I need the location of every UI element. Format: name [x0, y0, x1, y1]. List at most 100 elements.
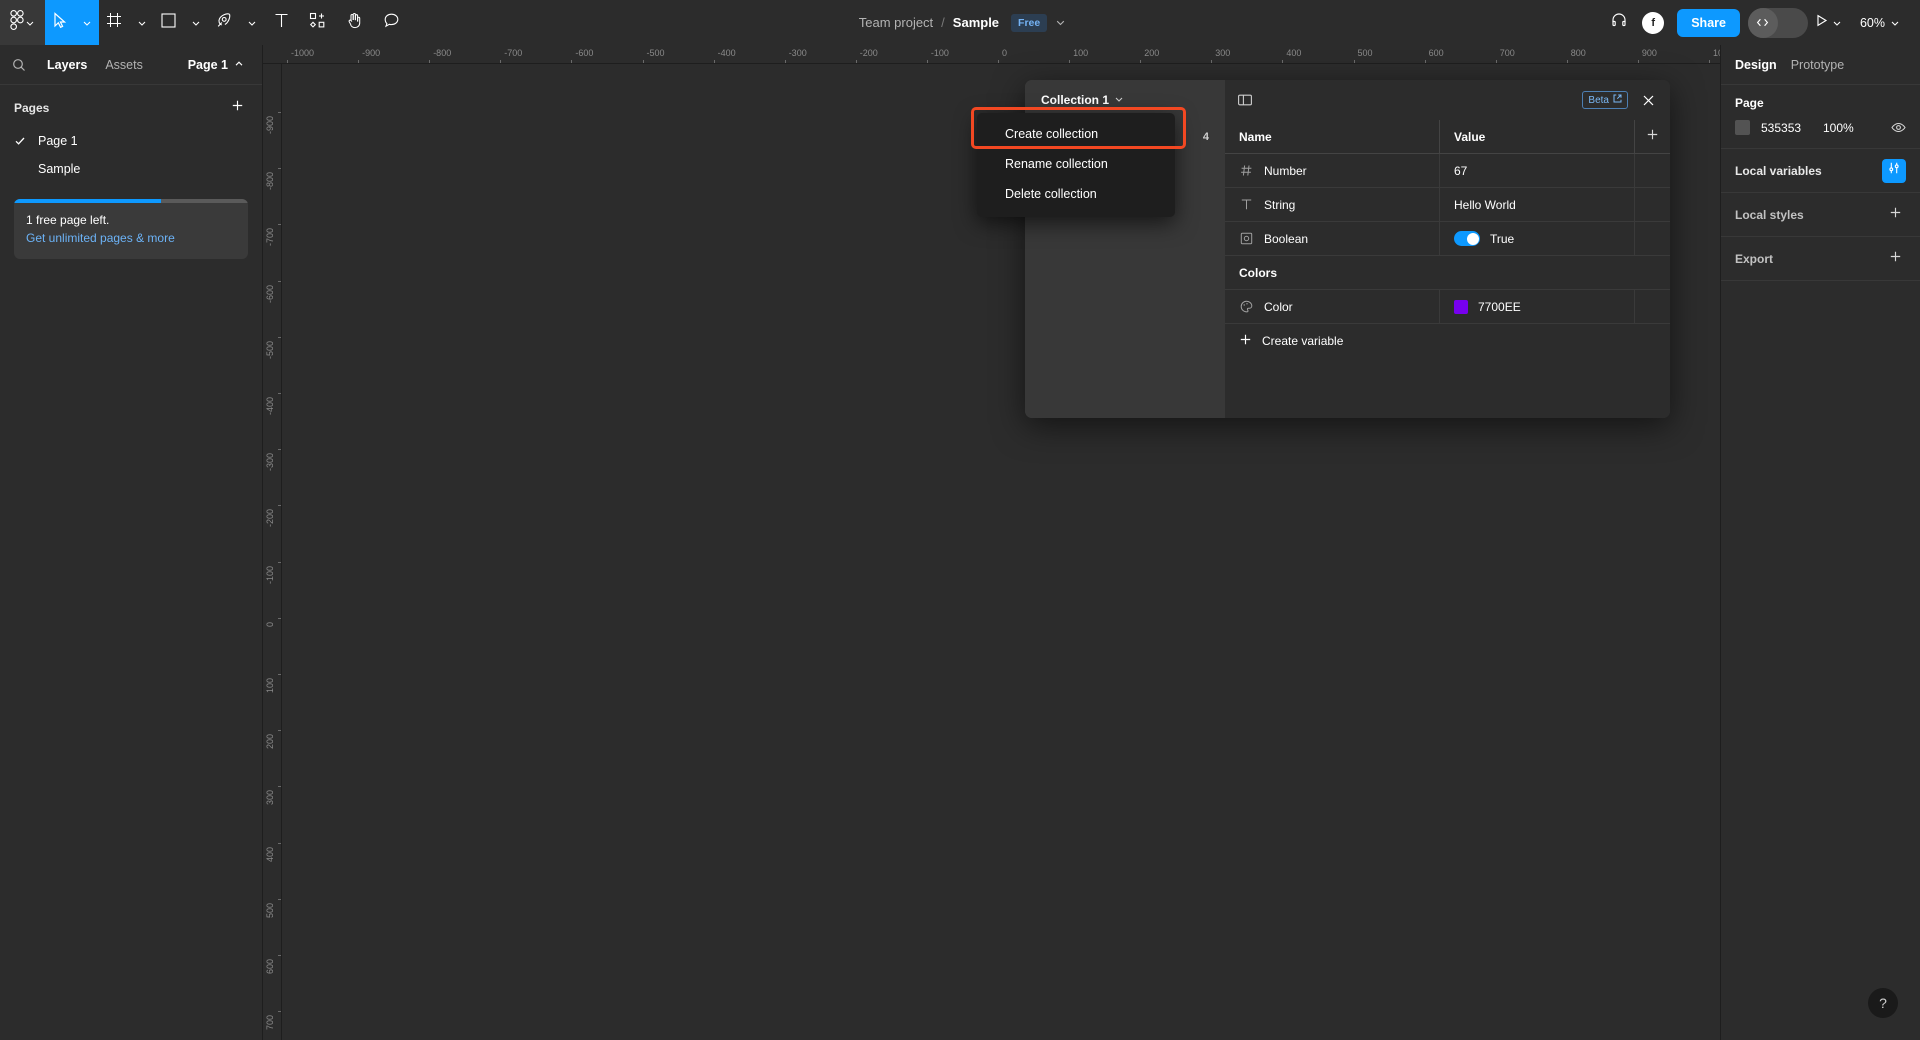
ruler-tick-label: -100 [930, 48, 949, 58]
text-t-icon [274, 12, 289, 34]
ruler-tick-v: 0 [263, 617, 281, 674]
column-header-name: Name [1225, 120, 1440, 153]
context-menu-item-rename-collection[interactable]: Rename collection [977, 149, 1175, 179]
table-row[interactable]: Color 7700EE [1225, 290, 1670, 324]
open-local-variables-button[interactable] [1882, 158, 1906, 183]
plan-badge-free[interactable]: Free [1011, 13, 1048, 32]
share-button[interactable]: Share [1677, 8, 1740, 37]
pages-section-header: Pages [0, 85, 262, 127]
zoom-level-control[interactable]: 60% [1854, 11, 1906, 35]
ruler-tick-label: 400 [1286, 48, 1302, 58]
variable-name-cell[interactable]: Color [1225, 290, 1440, 323]
text-tool-button[interactable] [264, 0, 299, 45]
context-menu-item-delete-collection[interactable]: Delete collection [977, 179, 1175, 209]
tab-assets[interactable]: Assets [96, 54, 152, 76]
shape-tool-dropdown[interactable] [183, 0, 208, 45]
checkmark-icon [14, 135, 38, 147]
toggle-knob [1466, 232, 1479, 245]
hand-tool-button[interactable] [336, 0, 373, 45]
ruler-tick-label: -900 [265, 116, 275, 135]
move-tool-dropdown[interactable] [74, 0, 99, 45]
variable-value-cell[interactable]: 7700EE [1440, 290, 1635, 323]
page-background-hex[interactable]: 535353 [1761, 121, 1823, 135]
color-swatch[interactable] [1454, 299, 1468, 314]
code-brackets-icon [1747, 7, 1778, 38]
figma-app-window: Team project / Sample Free f Share 60% L… [0, 0, 1920, 1040]
shape-tool-button[interactable] [154, 0, 183, 45]
collection-context-menu: Create collection Rename collection Dele… [977, 113, 1175, 217]
boolean-toggle[interactable] [1454, 231, 1480, 246]
table-row[interactable]: Number 67 [1225, 154, 1670, 188]
local-styles-label: Local styles [1735, 207, 1804, 222]
figma-logo-icon [10, 10, 24, 35]
page-background-opacity[interactable]: 100% [1823, 121, 1891, 135]
variable-name-cell[interactable]: Number [1225, 154, 1440, 187]
audio-call-button[interactable] [1603, 7, 1635, 39]
ruler-tick-v: 300 [263, 786, 281, 842]
avatar: f [1642, 11, 1665, 34]
variable-value-cell[interactable]: Hello World [1440, 188, 1635, 221]
tab-layers[interactable]: Layers [38, 54, 96, 76]
pen-tool-button[interactable] [208, 0, 239, 45]
tab-design[interactable]: Design [1735, 58, 1777, 72]
export-row: Export [1721, 237, 1920, 281]
add-local-style-button[interactable] [1884, 204, 1906, 226]
ruler-tick-label: -400 [265, 397, 275, 416]
upsell-headline: 1 free page left. [26, 213, 110, 227]
pen-tool-dropdown[interactable] [239, 0, 264, 45]
cursor-arrow-icon [52, 11, 67, 34]
plus-icon [1239, 333, 1252, 349]
resources-tool-button[interactable] [299, 0, 336, 45]
beta-badge[interactable]: Beta [1582, 91, 1628, 109]
variable-name-cell[interactable]: String [1225, 188, 1440, 221]
variable-name-cell[interactable]: Boolean [1225, 222, 1440, 255]
page-background-swatch[interactable] [1735, 120, 1750, 135]
breadcrumb-file[interactable]: Sample [948, 12, 1004, 33]
components-icon [309, 12, 326, 34]
free-pages-progress-track [14, 199, 248, 203]
ruler-tick-label: 0 [265, 621, 275, 627]
ruler-tick-label: 100 [1073, 48, 1089, 58]
tab-prototype[interactable]: Prototype [1791, 58, 1845, 72]
table-row[interactable]: String Hello World [1225, 188, 1670, 222]
table-row[interactable]: Boolean True [1225, 222, 1670, 256]
help-button[interactable]: ? [1868, 988, 1898, 1018]
main-menu-button[interactable] [0, 0, 45, 45]
ruler-tick-v: -100 [263, 561, 281, 618]
move-tool-group[interactable] [45, 0, 99, 45]
move-tool-button[interactable] [45, 0, 74, 45]
present-options-chevron-down-icon[interactable] [1832, 18, 1842, 28]
split-panel-icon[interactable] [1237, 92, 1253, 108]
ruler-tick-v: -800 [263, 168, 281, 224]
variable-value-cell[interactable]: 67 [1440, 154, 1635, 187]
upsell-card: 1 free page left. Get unlimited pages & … [14, 199, 248, 259]
create-variable-button[interactable]: Create variable [1225, 324, 1670, 358]
variable-value-cell[interactable]: True [1440, 222, 1635, 255]
file-menu-chevron-down-icon[interactable] [1055, 17, 1066, 28]
variable-value-label: 67 [1454, 163, 1468, 178]
search-icon[interactable] [12, 58, 38, 72]
row-actions [1635, 154, 1670, 187]
frame-tool-button[interactable] [99, 0, 129, 45]
frame-tool-dropdown[interactable] [129, 0, 154, 45]
row-actions [1635, 290, 1670, 323]
context-menu-item-create-collection[interactable]: Create collection [977, 119, 1175, 149]
add-page-button[interactable] [226, 97, 248, 119]
sliders-icon [1887, 161, 1901, 180]
upsell-upgrade-link[interactable]: Get unlimited pages & more [26, 231, 236, 245]
close-x-icon[interactable] [1636, 88, 1660, 112]
page-item-sample[interactable]: Sample [0, 155, 262, 183]
page-item-page-1[interactable]: Page 1 [0, 127, 262, 155]
comment-tool-button[interactable] [373, 0, 410, 45]
add-variable-button[interactable] [1635, 120, 1670, 153]
dev-mode-toggle[interactable] [1747, 7, 1808, 38]
present-button[interactable] [1810, 9, 1846, 37]
user-avatar-button[interactable]: f [1637, 7, 1669, 39]
eye-icon[interactable] [1891, 120, 1906, 135]
ruler-tick-label: 700 [265, 1015, 275, 1031]
breadcrumb-team[interactable]: Team project [854, 12, 938, 33]
add-export-button[interactable] [1884, 248, 1906, 270]
beta-label: Beta [1588, 94, 1609, 106]
page-selector[interactable]: Page 1 [182, 54, 250, 76]
hand-icon [346, 12, 363, 34]
